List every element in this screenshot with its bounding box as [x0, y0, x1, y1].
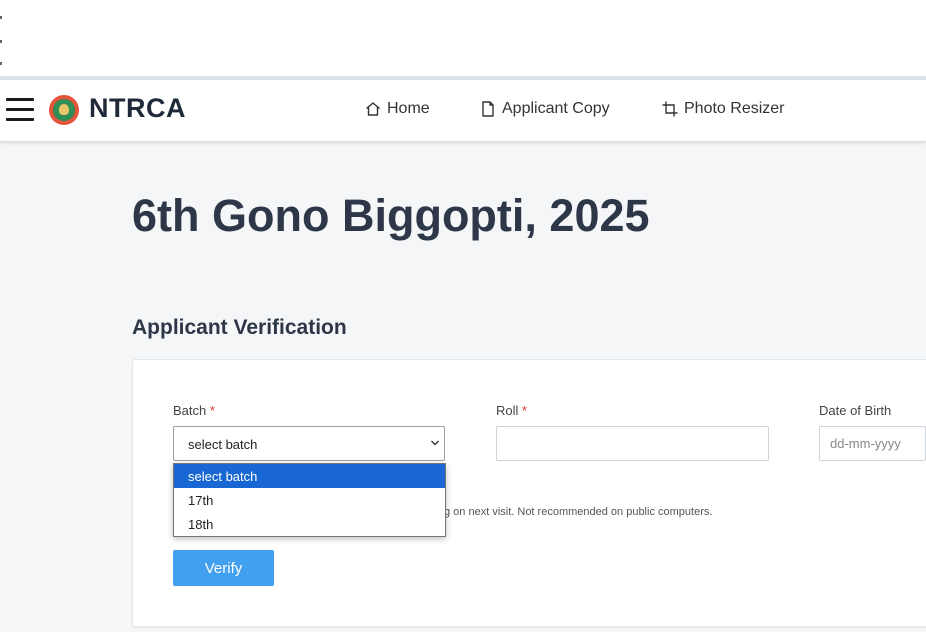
remember-helper-text: g on next visit. Not recommended on publ…: [444, 506, 713, 518]
chevron-down-icon: [431, 440, 439, 446]
section-title: Applicant Verification: [132, 316, 347, 339]
ntrca-logo: [49, 95, 79, 125]
batch-label-text: Batch: [173, 403, 207, 418]
nav-applicant-copy-label: Applicant Copy: [502, 100, 610, 117]
artifact-mark: [0, 40, 2, 43]
batch-select[interactable]: select batch: [173, 426, 445, 461]
roll-input[interactable]: [496, 426, 769, 461]
navbar: NTRCA Home Applicant Copy Photo Resizer: [0, 80, 926, 142]
brand-name[interactable]: NTRCA: [89, 93, 186, 124]
required-mark: *: [522, 403, 528, 418]
batch-option[interactable]: select batch: [174, 464, 445, 488]
nav-applicant-copy[interactable]: Applicant Copy: [479, 100, 610, 118]
artifact-mark: [0, 62, 2, 65]
home-icon: [366, 102, 380, 116]
nav-photo-resizer-label: Photo Resizer: [684, 100, 785, 117]
nav-home-label: Home: [387, 100, 430, 117]
roll-label: Roll *: [496, 403, 527, 418]
top-strip: [0, 0, 926, 76]
verify-button[interactable]: Verify: [173, 550, 274, 586]
artifact-mark: [0, 16, 2, 19]
batch-select-value: select batch: [188, 437, 258, 452]
dob-input[interactable]: [819, 426, 926, 461]
required-mark: *: [209, 403, 215, 418]
batch-label: Batch *: [173, 403, 215, 418]
batch-dropdown-list: select batch 17th 18th: [173, 463, 446, 537]
nav-home[interactable]: Home: [364, 100, 430, 118]
dob-label: Date of Birth: [819, 403, 892, 418]
document-icon: [482, 101, 494, 117]
nav-photo-resizer[interactable]: Photo Resizer: [661, 100, 785, 118]
page-title: 6th Gono Biggopti, 2025: [132, 190, 650, 241]
roll-label-text: Roll: [496, 403, 519, 418]
batch-option[interactable]: 17th: [174, 488, 445, 512]
batch-option[interactable]: 18th: [174, 512, 445, 536]
crop-icon: [662, 101, 678, 117]
menu-icon[interactable]: [6, 98, 34, 122]
